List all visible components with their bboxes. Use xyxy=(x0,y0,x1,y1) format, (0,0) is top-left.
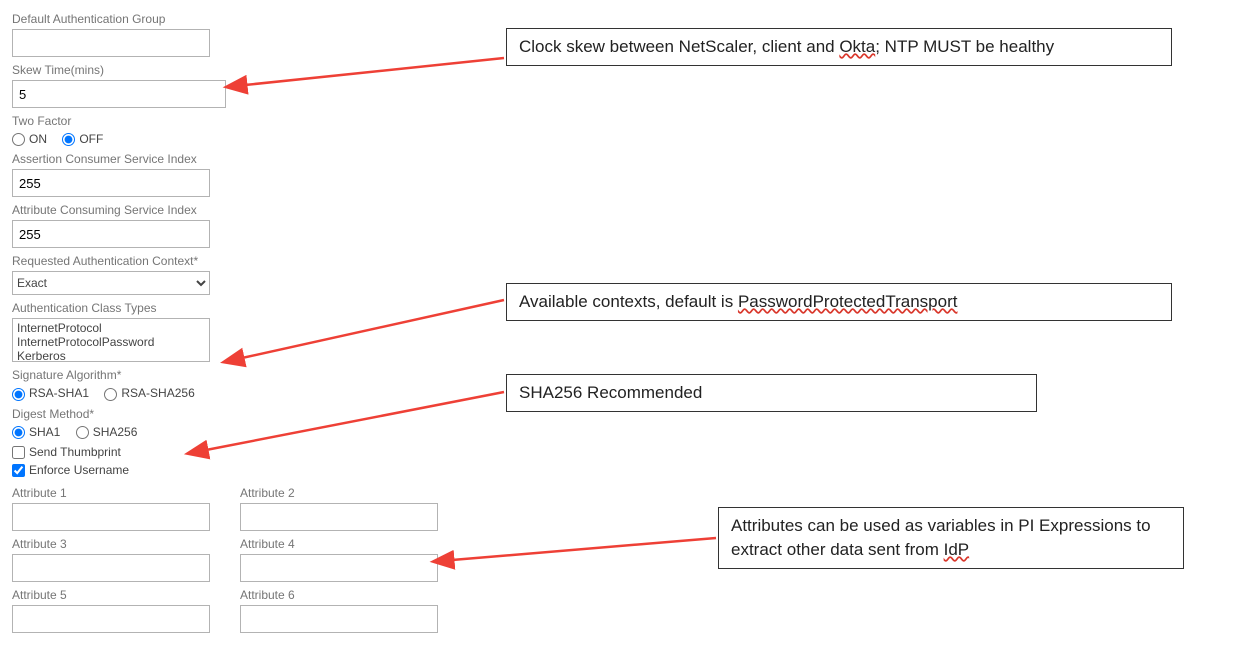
label-digest-method: Digest Method* xyxy=(12,407,452,421)
two-factor-radio-group: ON OFF xyxy=(12,132,452,146)
two-factor-on-radio[interactable] xyxy=(12,133,25,146)
enforce-username-checkbox[interactable] xyxy=(12,464,25,477)
send-thumbprint-row[interactable]: Send Thumbprint xyxy=(12,443,452,461)
label-skew-time: Skew Time(mins) xyxy=(12,63,452,77)
label-authn-class-types: Authentication Class Types xyxy=(12,301,452,315)
callout-sha: SHA256 Recommended xyxy=(506,374,1037,412)
sig-algo-rsa-sha1-radio[interactable] xyxy=(12,388,25,401)
class-type-item[interactable]: InternetProtocol xyxy=(17,321,205,335)
default-auth-group-input[interactable] xyxy=(12,29,210,57)
skew-time-input[interactable] xyxy=(12,80,226,108)
two-factor-on-option[interactable]: ON xyxy=(12,132,47,146)
label-attr-consume-index: Attribute Consuming Service Index xyxy=(12,203,452,217)
label-req-authn-ctx: Requested Authentication Context* xyxy=(12,254,452,268)
class-type-item[interactable]: InternetProtocolPassword xyxy=(17,335,205,349)
two-factor-off-option[interactable]: OFF xyxy=(62,132,103,146)
sig-algo-rsa-sha256-option[interactable]: RSA-SHA256 xyxy=(104,386,194,400)
authn-class-types-listbox[interactable]: InternetProtocol InternetProtocolPasswor… xyxy=(12,318,210,362)
attr-consume-index-input[interactable] xyxy=(12,220,210,248)
attr2-input[interactable] xyxy=(240,503,438,531)
enforce-username-row[interactable]: Enforce Username xyxy=(12,461,452,479)
label-attr4: Attribute 4 xyxy=(240,537,440,551)
digest-sha1-radio[interactable] xyxy=(12,426,25,439)
callout-ctx: Available contexts, default is PasswordP… xyxy=(506,283,1172,321)
label-attr2: Attribute 2 xyxy=(240,486,440,500)
attr3-input[interactable] xyxy=(12,554,210,582)
label-sig-algo: Signature Algorithm* xyxy=(12,368,452,382)
callout-skew: Clock skew between NetScaler, client and… xyxy=(506,28,1172,66)
two-factor-off-radio[interactable] xyxy=(62,133,75,146)
req-authn-ctx-select[interactable]: Exact xyxy=(12,271,210,295)
label-attr6: Attribute 6 xyxy=(240,588,440,602)
label-attr3: Attribute 3 xyxy=(12,537,212,551)
attr4-input[interactable] xyxy=(240,554,438,582)
digest-sha1-option[interactable]: SHA1 xyxy=(12,425,60,439)
label-two-factor: Two Factor xyxy=(12,114,452,128)
digest-sha256-option[interactable]: SHA256 xyxy=(76,425,138,439)
digest-sha256-radio[interactable] xyxy=(76,426,89,439)
attr5-input[interactable] xyxy=(12,605,210,633)
attr1-input[interactable] xyxy=(12,503,210,531)
sig-algo-rsa-sha256-radio[interactable] xyxy=(104,388,117,401)
sig-algo-radio-group: RSA-SHA1 RSA-SHA256 xyxy=(12,386,452,400)
acs-index-input[interactable] xyxy=(12,169,210,197)
digest-method-radio-group: SHA1 SHA256 xyxy=(12,425,452,439)
saml-settings-form: Default Authentication Group Skew Time(m… xyxy=(12,6,452,633)
send-thumbprint-checkbox[interactable] xyxy=(12,446,25,459)
label-default-auth-group: Default Authentication Group xyxy=(12,12,452,26)
label-acs-index: Assertion Consumer Service Index xyxy=(12,152,452,166)
sig-algo-rsa-sha1-option[interactable]: RSA-SHA1 xyxy=(12,386,89,400)
callout-attr: Attributes can be used as variables in P… xyxy=(718,507,1184,569)
class-type-item[interactable]: Kerberos xyxy=(17,349,205,362)
label-attr1: Attribute 1 xyxy=(12,486,212,500)
attributes-grid: Attribute 1 Attribute 2 Attribute 3 Attr… xyxy=(12,482,452,633)
attr6-input[interactable] xyxy=(240,605,438,633)
label-attr5: Attribute 5 xyxy=(12,588,212,602)
